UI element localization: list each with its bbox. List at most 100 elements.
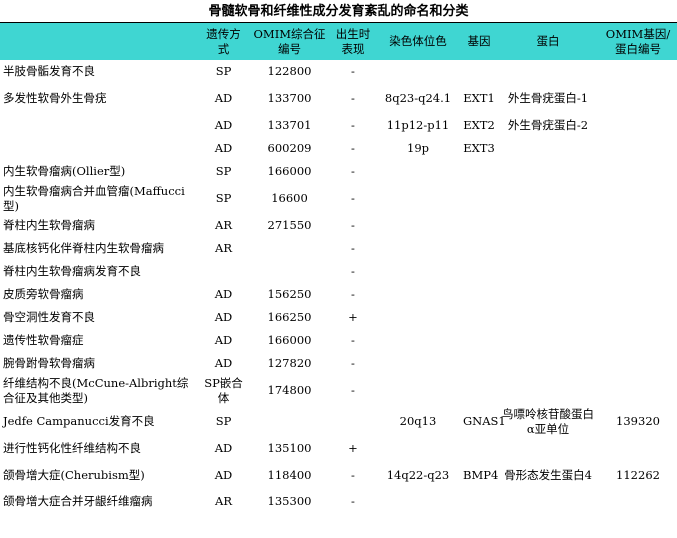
birth-presentation: - (351, 164, 355, 178)
chromosome (375, 329, 461, 352)
birth-presentation: - (351, 356, 355, 370)
birth-presentation: - (351, 218, 355, 232)
birth-presentation: - (351, 91, 355, 105)
header-row: 遗传方式 OMIM综合征编号 出生时表现 染色体位色 基因 蛋白 OMIM基因/… (0, 23, 677, 60)
chromosome: 14q22-q23 (386, 467, 450, 482)
birth-presentation: - (351, 64, 355, 78)
omim-number: 133701 (267, 118, 312, 132)
omim-number: 156250 (267, 287, 312, 301)
inheritance: AR (215, 241, 232, 255)
birth-presentation: - (351, 333, 355, 347)
inheritance: AD (214, 91, 233, 105)
protein (497, 490, 599, 513)
disorder-name: 腕骨跗骨软骨瘤病 (3, 356, 95, 370)
inheritance: AD (214, 141, 233, 155)
gene (461, 60, 497, 83)
protein (497, 260, 599, 283)
table-row: AD 600209 - 19p EXT3 (0, 137, 677, 160)
table-row: 骨空洞性发育不良 AD 166250 + (0, 306, 677, 329)
chromosome (375, 183, 461, 214)
header-gene: 基因 (467, 34, 491, 48)
header-protein: 蛋白 (536, 34, 560, 48)
protein (497, 60, 599, 83)
chromosome: 19p (407, 141, 429, 155)
gene-omim (599, 260, 677, 283)
disorder-name (0, 137, 199, 160)
header-chromosome: 染色体位色 (389, 34, 447, 48)
disorder-name: 颌骨增大症(Cherubism型) (3, 467, 145, 482)
birth-presentation: - (351, 494, 355, 508)
gene-omim (599, 490, 677, 513)
protein: 骨形态发生蛋白4 (504, 467, 592, 482)
protein (497, 306, 599, 329)
gene-omim (599, 352, 677, 375)
gene (461, 375, 497, 406)
protein (497, 437, 599, 460)
header-inheritance: 遗传方式 (206, 26, 241, 56)
gene-omim (599, 283, 677, 306)
chromosome (375, 160, 461, 183)
header-omim-syndrome: OMIM综合征编号 (253, 26, 326, 56)
omim-number: 118400 (267, 467, 312, 482)
inheritance: SP (215, 64, 232, 78)
gene-omim (599, 375, 677, 406)
table-row: 基底核钙化伴脊柱内生软骨瘤病 AR - (0, 237, 677, 260)
gene (461, 160, 497, 183)
birth-presentation: - (351, 118, 355, 132)
disorder-name: 半肢骨骺发育不良 (3, 64, 95, 78)
inheritance: AR (215, 494, 232, 508)
header-name (0, 23, 199, 60)
protein (497, 375, 599, 406)
table-row: 颌骨增大症合并牙龈纤维瘤病 AR 135300 - (0, 490, 677, 513)
gene-omim (599, 306, 677, 329)
inheritance: AD (214, 441, 233, 455)
disorder-name: 脊柱内生软骨瘤病 (3, 218, 95, 232)
omim-number (248, 260, 331, 283)
chromosome: 11p12-p11 (386, 118, 450, 132)
gene-omim (599, 437, 677, 460)
birth-presentation: - (351, 287, 355, 301)
chromosome (375, 490, 461, 513)
protein: 外生骨疣蛋白-1 (507, 91, 589, 105)
omim-number: 133700 (267, 91, 312, 105)
birth-presentation (331, 406, 375, 437)
omim-number: 16600 (271, 191, 308, 205)
inheritance (199, 260, 248, 283)
omim-number: 166000 (267, 164, 312, 178)
table-row: 内生软骨瘤病合并血管瘤(Maffucci型) SP 16600 - (0, 183, 677, 214)
disorder-name: 基底核钙化伴脊柱内生软骨瘤病 (3, 241, 164, 255)
omim-number (248, 237, 331, 260)
omim-number: 600209 (267, 141, 312, 155)
table-row: 腕骨跗骨软骨瘤病 AD 127820 - (0, 352, 677, 375)
gene (461, 283, 497, 306)
gene (461, 437, 497, 460)
protein (497, 183, 599, 214)
gene-omim: 112262 (616, 467, 660, 482)
disorder-name: 脊柱内生软骨瘤病发育不良 (3, 264, 141, 278)
gene (461, 214, 497, 237)
inheritance: AD (214, 356, 233, 370)
chromosome (375, 237, 461, 260)
table-title: 骨髓软骨和纤维性成分发育紊乱的命名和分类 (208, 4, 469, 19)
omim-number: 166250 (267, 310, 312, 324)
omim-number: 174800 (267, 383, 312, 397)
disorder-name: 遗传性软骨瘤症 (3, 333, 84, 347)
table-row: 进行性钙化性纤维结构不良 AD 135100 + (0, 437, 677, 460)
protein (497, 237, 599, 260)
chromosome (375, 306, 461, 329)
gene: EXT1 (463, 91, 495, 105)
protein: 鸟嘌呤核苷酸蛋白α亚单位 (502, 406, 594, 436)
disorder-name: 颌骨增大症合并牙龈纤维瘤病 (3, 494, 153, 508)
table-row: 脊柱内生软骨瘤病发育不良 - (0, 260, 677, 283)
disorder-name: 纤维结构不良(McCune-Albright综合征及其他类型) (3, 375, 189, 405)
birth-presentation: + (348, 310, 358, 324)
disorder-name: Jedfe Campanucci发育不良 (3, 414, 155, 428)
chromosome (375, 260, 461, 283)
disorder-name: 内生软骨瘤病合并血管瘤(Maffucci型) (3, 183, 185, 213)
gene-omim (599, 60, 677, 83)
inheritance: SP (215, 414, 232, 428)
header-birth: 出生时表现 (335, 26, 371, 56)
chromosome (375, 283, 461, 306)
table-row: 脊柱内生软骨瘤病 AR 271550 - (0, 214, 677, 237)
gene (461, 490, 497, 513)
